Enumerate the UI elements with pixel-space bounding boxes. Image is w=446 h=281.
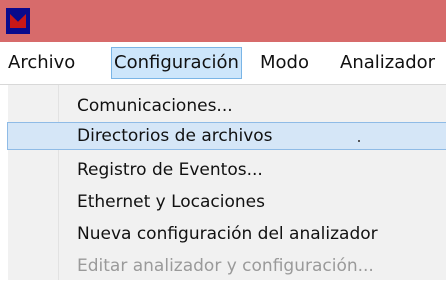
menu-item-label: Ethernet y Locaciones: [77, 192, 265, 212]
menu-bar: Archivo Configuración Modo Analizador: [0, 42, 446, 85]
app-logo-icon[interactable]: [6, 8, 30, 34]
menu-item-label: Comunicaciones...: [77, 96, 233, 116]
menu-item-label: Nueva configuración del analizador: [77, 224, 378, 244]
app-logo-mark: [10, 14, 26, 28]
menu-item-nueva-configuracion[interactable]: Nueva configuración del analizador: [8, 219, 446, 249]
menu-item-directorios-de-archivos[interactable]: Directorios de archivos: [7, 122, 446, 150]
title-bar: [0, 0, 446, 42]
menu-item-label: Directorios de archivos: [77, 126, 273, 146]
cursor-dot: [358, 140, 360, 142]
menu-item-editar-analizador: Editar analizador y configuración...: [8, 251, 446, 281]
menu-configuracion[interactable]: Configuración: [111, 47, 242, 79]
menu-item-label: Editar analizador y configuración...: [77, 256, 374, 276]
menu-archivo[interactable]: Archivo: [6, 48, 77, 78]
menu-item-label: Registro de Eventos...: [77, 160, 263, 180]
menu-item-comunicaciones[interactable]: Comunicaciones...: [8, 91, 446, 121]
menu-modo[interactable]: Modo: [258, 48, 311, 78]
configuracion-dropdown-menu: Comunicaciones... Directorios de archivo…: [7, 85, 446, 281]
menu-item-registro-de-eventos[interactable]: Registro de Eventos...: [8, 155, 446, 185]
menu-analizador[interactable]: Analizador: [338, 48, 437, 78]
menu-item-ethernet-y-locaciones[interactable]: Ethernet y Locaciones: [8, 187, 446, 217]
